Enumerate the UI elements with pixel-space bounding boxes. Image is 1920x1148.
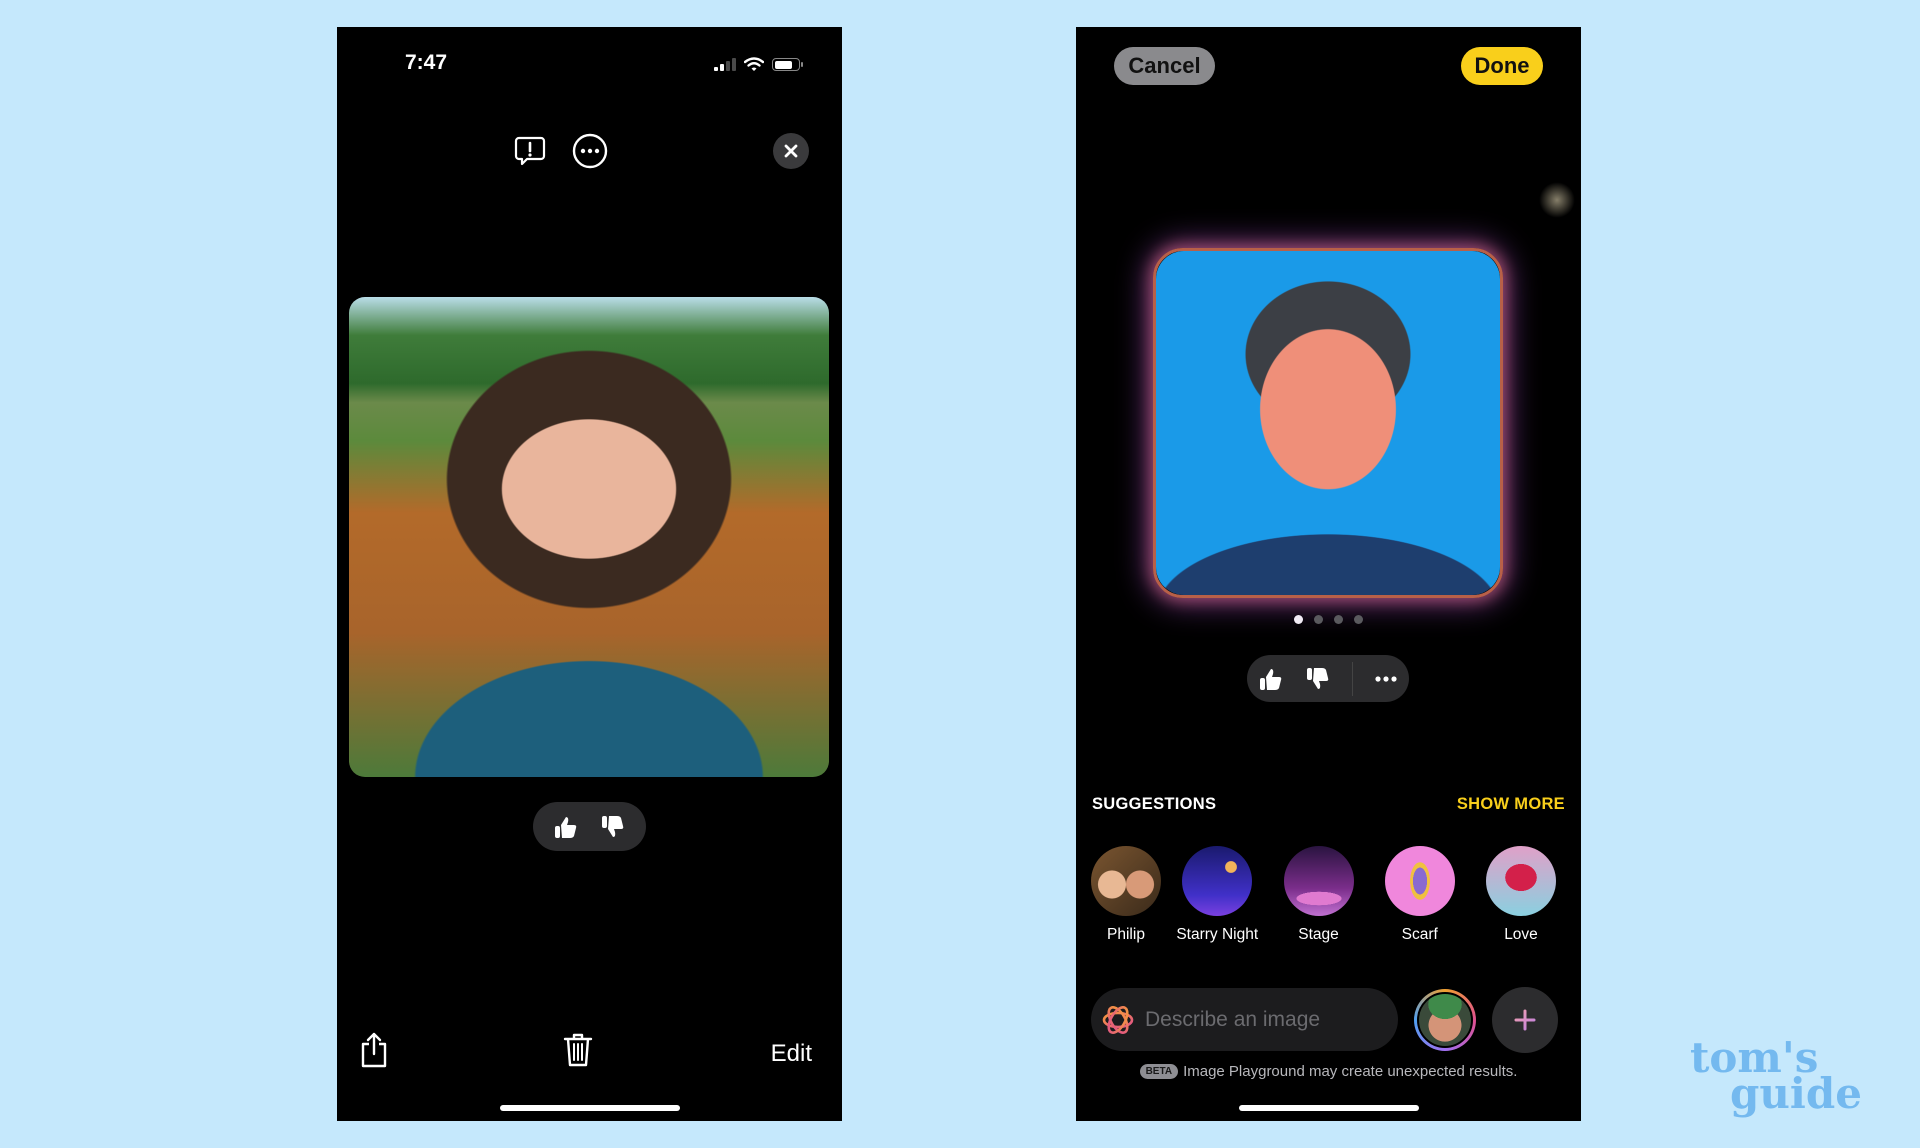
beta-disclaimer: BETA Image Playground may create unexpec… bbox=[1076, 1063, 1581, 1080]
report-bubble-icon bbox=[514, 136, 546, 166]
add-button[interactable] bbox=[1492, 986, 1558, 1053]
describe-input[interactable] bbox=[1143, 1006, 1367, 1033]
more-button[interactable] bbox=[571, 132, 609, 170]
page-dot[interactable] bbox=[1294, 615, 1303, 624]
page-dot[interactable] bbox=[1354, 615, 1363, 624]
prompt-row bbox=[1091, 986, 1566, 1053]
suggestion-label: Scarf bbox=[1401, 926, 1438, 943]
describe-input-container[interactable] bbox=[1091, 988, 1398, 1051]
feedback-pill bbox=[533, 802, 646, 851]
suggestion-starry-night[interactable]: Starry Night bbox=[1171, 846, 1263, 944]
edit-button[interactable]: Edit bbox=[771, 1040, 812, 1068]
page-dot[interactable] bbox=[1314, 615, 1323, 624]
plus-icon bbox=[1514, 1009, 1536, 1030]
battery-icon bbox=[772, 58, 803, 71]
person-avatar-button[interactable] bbox=[1414, 988, 1476, 1051]
feedback-pill bbox=[1247, 655, 1409, 702]
show-more-button[interactable]: SHOW MORE bbox=[1457, 795, 1565, 814]
thumbs-up-icon[interactable] bbox=[553, 815, 579, 839]
more-circle-icon bbox=[572, 133, 608, 169]
bottom-toolbar: Edit bbox=[337, 1032, 842, 1078]
close-icon bbox=[784, 144, 798, 158]
suggestion-thumbnail bbox=[1486, 846, 1556, 916]
suggestions-title: SUGGESTIONS bbox=[1092, 795, 1217, 813]
close-button[interactable] bbox=[773, 133, 809, 169]
share-button[interactable] bbox=[359, 1032, 389, 1073]
wifi-icon bbox=[744, 57, 764, 71]
report-button[interactable] bbox=[511, 132, 549, 170]
glow-orb bbox=[1539, 182, 1575, 218]
left-phone-screen: 7:47 Edit bbox=[337, 27, 842, 1121]
suggestion-philip[interactable]: Philip bbox=[1090, 846, 1162, 944]
page-indicator[interactable] bbox=[1076, 615, 1581, 624]
thumbs-up-icon[interactable] bbox=[1258, 667, 1284, 691]
suggestion-thumbnail bbox=[1384, 846, 1455, 916]
suggestions-list: Philip Starry Night Stage Scarf Love bbox=[1090, 846, 1567, 944]
share-icon bbox=[361, 1032, 387, 1068]
beta-badge: BETA bbox=[1139, 1064, 1179, 1079]
cancel-button[interactable]: Cancel bbox=[1114, 47, 1215, 85]
logo-line-2: guide bbox=[1730, 1068, 1862, 1118]
status-icons bbox=[714, 57, 803, 72]
generated-image[interactable] bbox=[349, 297, 829, 777]
beta-text: Image Playground may create unexpected r… bbox=[1183, 1063, 1518, 1080]
suggestion-label: Starry Night bbox=[1176, 926, 1259, 943]
divider bbox=[1352, 661, 1354, 696]
suggestion-thumbnail bbox=[1091, 846, 1161, 916]
more-icon[interactable] bbox=[1374, 675, 1398, 683]
suggestion-stage[interactable]: Stage bbox=[1273, 846, 1365, 944]
page-dot[interactable] bbox=[1334, 615, 1343, 624]
suggestion-scarf[interactable]: Scarf bbox=[1374, 846, 1466, 944]
image-playground-icon bbox=[1102, 1005, 1134, 1034]
suggestions-header: SUGGESTIONS SHOW MORE bbox=[1092, 795, 1565, 814]
suggestion-thumbnail bbox=[1182, 846, 1253, 916]
done-button[interactable]: Done bbox=[1461, 47, 1543, 85]
home-indicator[interactable] bbox=[499, 1105, 680, 1111]
signal-icon bbox=[714, 58, 736, 71]
right-phone-screen: Cancel Done SUGGESTIONS SHOW MORE Philip bbox=[1076, 27, 1581, 1121]
home-indicator[interactable] bbox=[1238, 1105, 1419, 1111]
trash-icon bbox=[563, 1033, 593, 1067]
status-time: 7:47 bbox=[405, 51, 448, 74]
toms-guide-logo: tom's guide bbox=[1690, 1037, 1862, 1118]
suggestion-label: Philip bbox=[1107, 926, 1145, 943]
suggestion-love[interactable]: Love bbox=[1475, 846, 1567, 944]
avatar bbox=[1417, 991, 1473, 1048]
suggestion-label: Stage bbox=[1298, 926, 1339, 943]
playground-image[interactable] bbox=[1156, 251, 1500, 595]
thumbs-down-icon[interactable] bbox=[600, 815, 626, 839]
suggestion-label: Love bbox=[1504, 926, 1538, 943]
delete-button[interactable] bbox=[563, 1032, 593, 1073]
thumbs-down-icon[interactable] bbox=[1305, 667, 1331, 691]
suggestion-thumbnail bbox=[1283, 846, 1354, 916]
